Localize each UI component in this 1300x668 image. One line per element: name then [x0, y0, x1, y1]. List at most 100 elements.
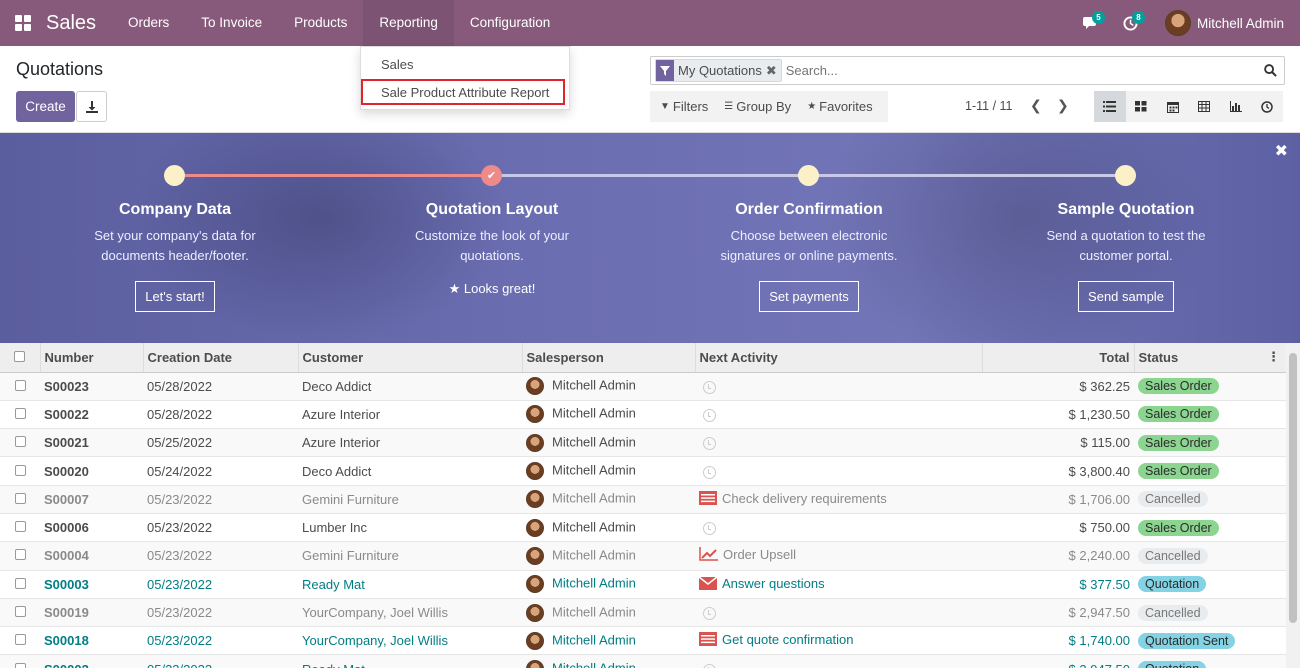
step-description: Customize the look of your quotations.: [415, 228, 569, 263]
status-badge: Cancelled: [1138, 491, 1208, 508]
calendar-view-button[interactable]: [1157, 91, 1189, 122]
column-customer[interactable]: Customer: [298, 343, 523, 373]
calendar-view-icon: [1166, 101, 1179, 113]
favorites-toggle[interactable]: ★ Favorites: [797, 99, 878, 114]
avatar: [526, 518, 544, 537]
close-icon[interactable]: ✖: [1275, 141, 1288, 161]
customer-name: Gemini Furniture: [298, 485, 522, 514]
reporting-sale-product-attribute-item[interactable]: Sale Product Attribute Report: [361, 79, 565, 105]
pager-value[interactable]: 1-11 / 11: [965, 99, 1013, 113]
email-icon[interactable]: [698, 575, 718, 593]
status-cell: Cancelled: [1134, 541, 1286, 571]
apps-menu-icon[interactable]: [0, 0, 46, 46]
table-icon: [1198, 101, 1211, 112]
order-number: S00018: [40, 626, 143, 656]
order-number: S00019: [40, 598, 143, 628]
optional-columns-icon[interactable]: ⋮: [1267, 349, 1280, 365]
clock-icon[interactable]: [703, 380, 716, 394]
order-number: S00007: [40, 485, 143, 514]
pager-next-icon[interactable]: ❯: [1057, 97, 1069, 114]
next-activity-cell: [695, 456, 982, 486]
column-next-activity[interactable]: Next Activity: [695, 343, 983, 373]
list-scrollbar[interactable]: [1286, 343, 1300, 668]
clock-icon[interactable]: [703, 522, 716, 536]
row-checkbox[interactable]: [14, 492, 26, 504]
todo-list-icon[interactable]: [699, 490, 717, 508]
table-row[interactable]: S00007 05/23/2022 Gemini Furniture Mitchell…: [0, 485, 1286, 514]
clock-icon[interactable]: [703, 663, 716, 668]
next-activity-cell: [695, 400, 982, 430]
clock-icon[interactable]: [703, 437, 716, 451]
table-row[interactable]: S00003 05/23/2022 Ready Mat Mitchell Admin A…: [0, 570, 1286, 599]
menu-products[interactable]: Products: [278, 0, 363, 46]
upsell-chart-icon[interactable]: [699, 547, 718, 564]
table-row[interactable]: S00006 05/23/2022 Lumber Inc Mitchell Admin…: [0, 513, 1286, 543]
table-row[interactable]: S00019 05/23/2022 YourCompany, Joel Willis…: [0, 598, 1286, 628]
app-brand[interactable]: Sales: [46, 12, 96, 35]
groupby-toggle[interactable]: ☰ Group By: [714, 99, 797, 114]
reporting-sales-item[interactable]: Sales: [361, 53, 569, 79]
list-view-button[interactable]: [1094, 91, 1126, 122]
activity-menu[interactable]: 8: [1111, 0, 1151, 46]
creation-date: 05/23/2022: [143, 626, 298, 656]
clock-icon[interactable]: [703, 408, 716, 422]
row-checkbox[interactable]: [14, 606, 26, 618]
next-activity-cell: Order Upsell: [695, 541, 982, 571]
menu-orders[interactable]: Orders: [112, 0, 185, 46]
table-row[interactable]: S00004 05/23/2022 Gemini Furniture Mitchell…: [0, 541, 1286, 571]
column-total[interactable]: Total: [982, 343, 1135, 373]
kanban-view-button[interactable]: [1126, 91, 1158, 122]
filters-toggle[interactable]: ▼ Filters: [650, 99, 714, 114]
avatar: [526, 575, 544, 594]
order-total: $ 362.25: [982, 372, 1134, 401]
search-button[interactable]: [1256, 64, 1284, 77]
set-payments-button[interactable]: Set payments: [759, 281, 859, 312]
step-title: Sample Quotation: [1057, 201, 1195, 218]
customer-name: YourCompany, Joel Willis: [298, 626, 522, 656]
menu-configuration[interactable]: Configuration: [454, 0, 566, 46]
status-cell: Sales Order: [1134, 400, 1286, 430]
row-checkbox[interactable]: [14, 407, 26, 419]
menu-reporting[interactable]: Reporting: [363, 0, 454, 46]
table-row[interactable]: S00023 05/28/2022 Deco Addict Mitchell Admi…: [0, 372, 1286, 401]
activity-view-button[interactable]: [1252, 91, 1284, 122]
row-checkbox[interactable]: [14, 379, 26, 391]
menu-to-invoice[interactable]: To Invoice: [185, 0, 278, 46]
clock-icon[interactable]: [703, 607, 716, 621]
column-salesperson[interactable]: Salesperson: [522, 343, 696, 373]
todo-list-icon[interactable]: [699, 632, 717, 649]
user-menu[interactable]: Mitchell Admin: [1151, 0, 1300, 46]
row-checkbox[interactable]: [14, 436, 26, 448]
lets-start-button[interactable]: Let's start!: [135, 281, 215, 312]
salesperson-cell: Mitchell Admin: [522, 513, 695, 543]
messaging-menu[interactable]: 5: [1071, 0, 1111, 46]
avatar: [526, 660, 544, 668]
salesperson-cell: Mitchell Admin: [522, 654, 695, 668]
row-checkbox[interactable]: [14, 521, 26, 533]
row-checkbox[interactable]: [14, 464, 26, 476]
table-row[interactable]: S00018 05/23/2022 YourCompany, Joel Willis…: [0, 626, 1286, 656]
column-number[interactable]: Number: [40, 343, 144, 373]
download-button[interactable]: [76, 91, 107, 122]
search-input[interactable]: [785, 63, 1256, 78]
table-row[interactable]: S00022 05/28/2022 Azure Interior Mitchell A…: [0, 400, 1286, 430]
table-row[interactable]: S0000205/23/2022Ready MatMitchell Admin $…: [0, 654, 1286, 668]
facet-remove-icon[interactable]: ✖: [766, 63, 781, 79]
graph-view-button[interactable]: [1220, 91, 1252, 122]
row-checkbox[interactable]: [14, 577, 26, 589]
row-checkbox[interactable]: [14, 662, 26, 668]
send-sample-button[interactable]: Send sample: [1078, 281, 1174, 312]
pager-previous-icon[interactable]: ❮: [1030, 97, 1042, 114]
order-total: $ 115.00: [982, 428, 1134, 458]
table-row[interactable]: S00021 05/25/2022 Azure Interior Mitchell A…: [0, 428, 1286, 458]
column-creation-date[interactable]: Creation Date: [143, 343, 299, 373]
kanban-view-icon: [1135, 101, 1147, 112]
table-row[interactable]: S00020 05/24/2022 Deco Addict Mitchell Admi…: [0, 456, 1286, 486]
row-checkbox[interactable]: [14, 549, 26, 561]
row-checkbox[interactable]: [14, 634, 26, 646]
create-button[interactable]: Create: [16, 91, 75, 122]
select-all-checkbox[interactable]: [0, 343, 41, 373]
column-status[interactable]: Status ⋮: [1134, 343, 1286, 373]
pivot-view-button[interactable]: [1189, 91, 1221, 122]
clock-icon[interactable]: [703, 465, 716, 479]
